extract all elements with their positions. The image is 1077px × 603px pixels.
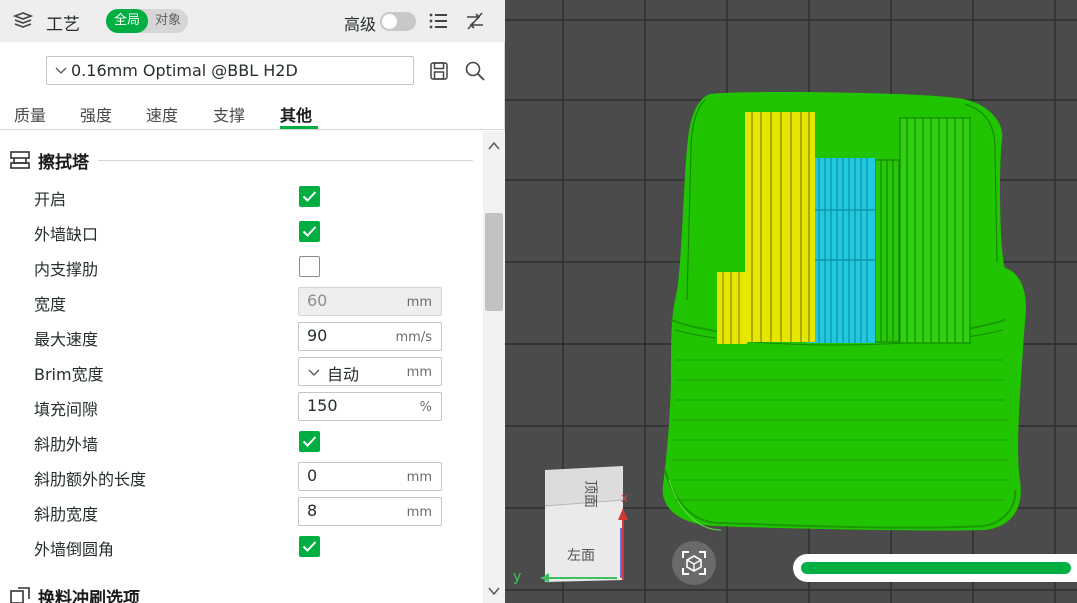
setting-row-infill-gap: 填充间隙 150 % — [0, 389, 483, 424]
chevron-down-icon — [55, 67, 67, 74]
section-prime-tower: 擦拭塔 — [0, 145, 483, 173]
setting-label: 斜肋外墙 — [34, 435, 99, 454]
tab-support[interactable]: 支撑 — [213, 102, 245, 126]
infill-gap-value: 150 — [307, 396, 338, 415]
view-cube-left-label[interactable]: 左面 — [567, 545, 595, 565]
tab-speed[interactable]: 速度 — [146, 102, 178, 126]
slicing-progress-bar — [793, 554, 1077, 582]
setting-row-rib-extra-length: 斜肋额外的长度 0 mm — [0, 459, 483, 494]
settings-scrollbar[interactable] — [483, 131, 505, 603]
rib-extra-length-unit: mm — [406, 470, 432, 485]
setting-row-outer-wall-gap: 外墙缺口 — [0, 214, 483, 249]
infill-gap-unit: % — [419, 400, 432, 415]
chevron-down-icon — [308, 369, 320, 376]
scope-object-button[interactable]: 对象 — [149, 9, 187, 33]
build-plate-scene[interactable] — [505, 0, 1077, 603]
model-cyan-part — [807, 158, 875, 343]
settings-list: 擦拭塔 开启 外墙缺口 内支撑肋 宽度 60 mm 最大速度 90 mm/s B… — [0, 131, 483, 603]
check-icon — [302, 191, 317, 202]
save-icon[interactable] — [429, 61, 449, 81]
rib-extra-length-value: 0 — [307, 466, 318, 485]
section-flush-options: 换料冲刷选项 — [0, 581, 483, 603]
3d-viewport[interactable]: 顶面 左面 x y — [505, 0, 1077, 603]
enable-checkbox[interactable] — [299, 186, 320, 207]
outer-wall-gap-checkbox[interactable] — [299, 221, 320, 242]
setting-row-rib-wall: 斜肋外墙 — [0, 424, 483, 459]
setting-label: 最大速度 — [34, 330, 99, 349]
brim-width-dropdown[interactable]: 自动 mm — [298, 357, 442, 386]
inner-ribs-checkbox[interactable] — [299, 256, 320, 277]
rib-wall-checkbox[interactable] — [299, 431, 320, 452]
view-cube-top-label[interactable]: 顶面 — [581, 480, 601, 508]
focus-icon — [682, 551, 706, 575]
setting-label: 外墙倒圆角 — [34, 540, 115, 559]
layers-icon — [12, 12, 34, 28]
max-speed-unit: mm/s — [395, 330, 432, 345]
process-preset-dropdown[interactable]: 0.16mm Optimal @BBL H2D — [46, 56, 414, 85]
rib-width-value: 8 — [307, 501, 318, 520]
scrollbar-thumb[interactable] — [485, 213, 503, 311]
width-value: 60 — [307, 291, 328, 310]
prime-tower-icon — [10, 151, 30, 169]
setting-label: 斜肋额外的长度 — [34, 470, 147, 489]
chevron-up-icon[interactable] — [488, 141, 500, 151]
process-settings-panel: 工艺 全局 对象 高级 0.16mm Optimal @BBL H2D 质量 强… — [0, 0, 505, 603]
check-icon — [302, 226, 317, 237]
axis-x-label: x — [621, 491, 629, 505]
setting-label: 斜肋宽度 — [34, 505, 99, 524]
width-unit: mm — [406, 295, 432, 310]
tab-strength[interactable]: 强度 — [80, 102, 112, 126]
section-title: 擦拭塔 — [38, 153, 89, 173]
fillet-wall-checkbox[interactable] — [299, 536, 320, 557]
rib-width-unit: mm — [406, 505, 432, 520]
axis-y-label: y — [513, 569, 522, 585]
infill-gap-input[interactable]: 150 % — [298, 392, 442, 421]
progress-fill — [801, 562, 1071, 574]
brim-width-value: 自动 — [327, 365, 360, 384]
setting-row-brim-width: Brim宽度 自动 mm — [0, 354, 483, 389]
tab-others[interactable]: 其他 — [280, 102, 312, 126]
settings-tabs: 质量 强度 速度 支撑 其他 — [0, 100, 505, 130]
check-icon — [302, 541, 317, 552]
setting-row-fillet-wall: 外墙倒圆角 — [0, 529, 483, 564]
scope-global-button[interactable]: 全局 — [106, 9, 148, 33]
advanced-toggle[interactable] — [380, 12, 416, 31]
setting-label: 外墙缺口 — [34, 225, 99, 244]
tab-quality[interactable]: 质量 — [14, 102, 46, 126]
setting-label: 填充间隙 — [34, 400, 99, 419]
panel-header: 工艺 全局 对象 高级 — [0, 0, 505, 42]
panel-title: 工艺 — [46, 15, 80, 35]
active-tab-indicator — [280, 126, 318, 129]
section-divider — [98, 160, 473, 161]
list-icon[interactable] — [428, 12, 448, 30]
setting-row-enable: 开启 — [0, 179, 483, 214]
setting-row-max-speed: 最大速度 90 mm/s — [0, 319, 483, 354]
setting-row-width: 宽度 60 mm — [0, 284, 483, 319]
toggle-knob — [382, 14, 397, 29]
max-speed-input[interactable]: 90 mm/s — [298, 322, 442, 351]
preset-value: 0.16mm Optimal @BBL H2D — [71, 61, 298, 80]
recenter-view-button[interactable] — [672, 541, 716, 585]
rib-width-input[interactable]: 8 mm — [298, 497, 442, 526]
scope-switch[interactable]: 全局 对象 — [106, 9, 188, 33]
rib-extra-length-input[interactable]: 0 mm — [298, 462, 442, 491]
width-input[interactable]: 60 mm — [298, 287, 442, 316]
setting-label: 开启 — [34, 190, 67, 209]
section-title: 换料冲刷选项 — [38, 589, 140, 603]
setting-label: 宽度 — [34, 295, 67, 314]
advanced-label: 高级 — [344, 15, 377, 34]
max-speed-value: 90 — [307, 326, 328, 345]
setting-label: 内支撑肋 — [34, 260, 99, 279]
flush-icon — [10, 587, 30, 603]
chevron-down-icon[interactable] — [488, 586, 500, 596]
brim-width-unit: mm — [406, 365, 432, 380]
setting-row-rib-width: 斜肋宽度 8 mm — [0, 494, 483, 529]
search-icon[interactable] — [464, 60, 486, 82]
setting-row-inner-ribs: 内支撑肋 — [0, 249, 483, 284]
compare-icon[interactable] — [464, 10, 486, 32]
check-icon — [302, 436, 317, 447]
setting-label: Brim宽度 — [34, 365, 104, 384]
